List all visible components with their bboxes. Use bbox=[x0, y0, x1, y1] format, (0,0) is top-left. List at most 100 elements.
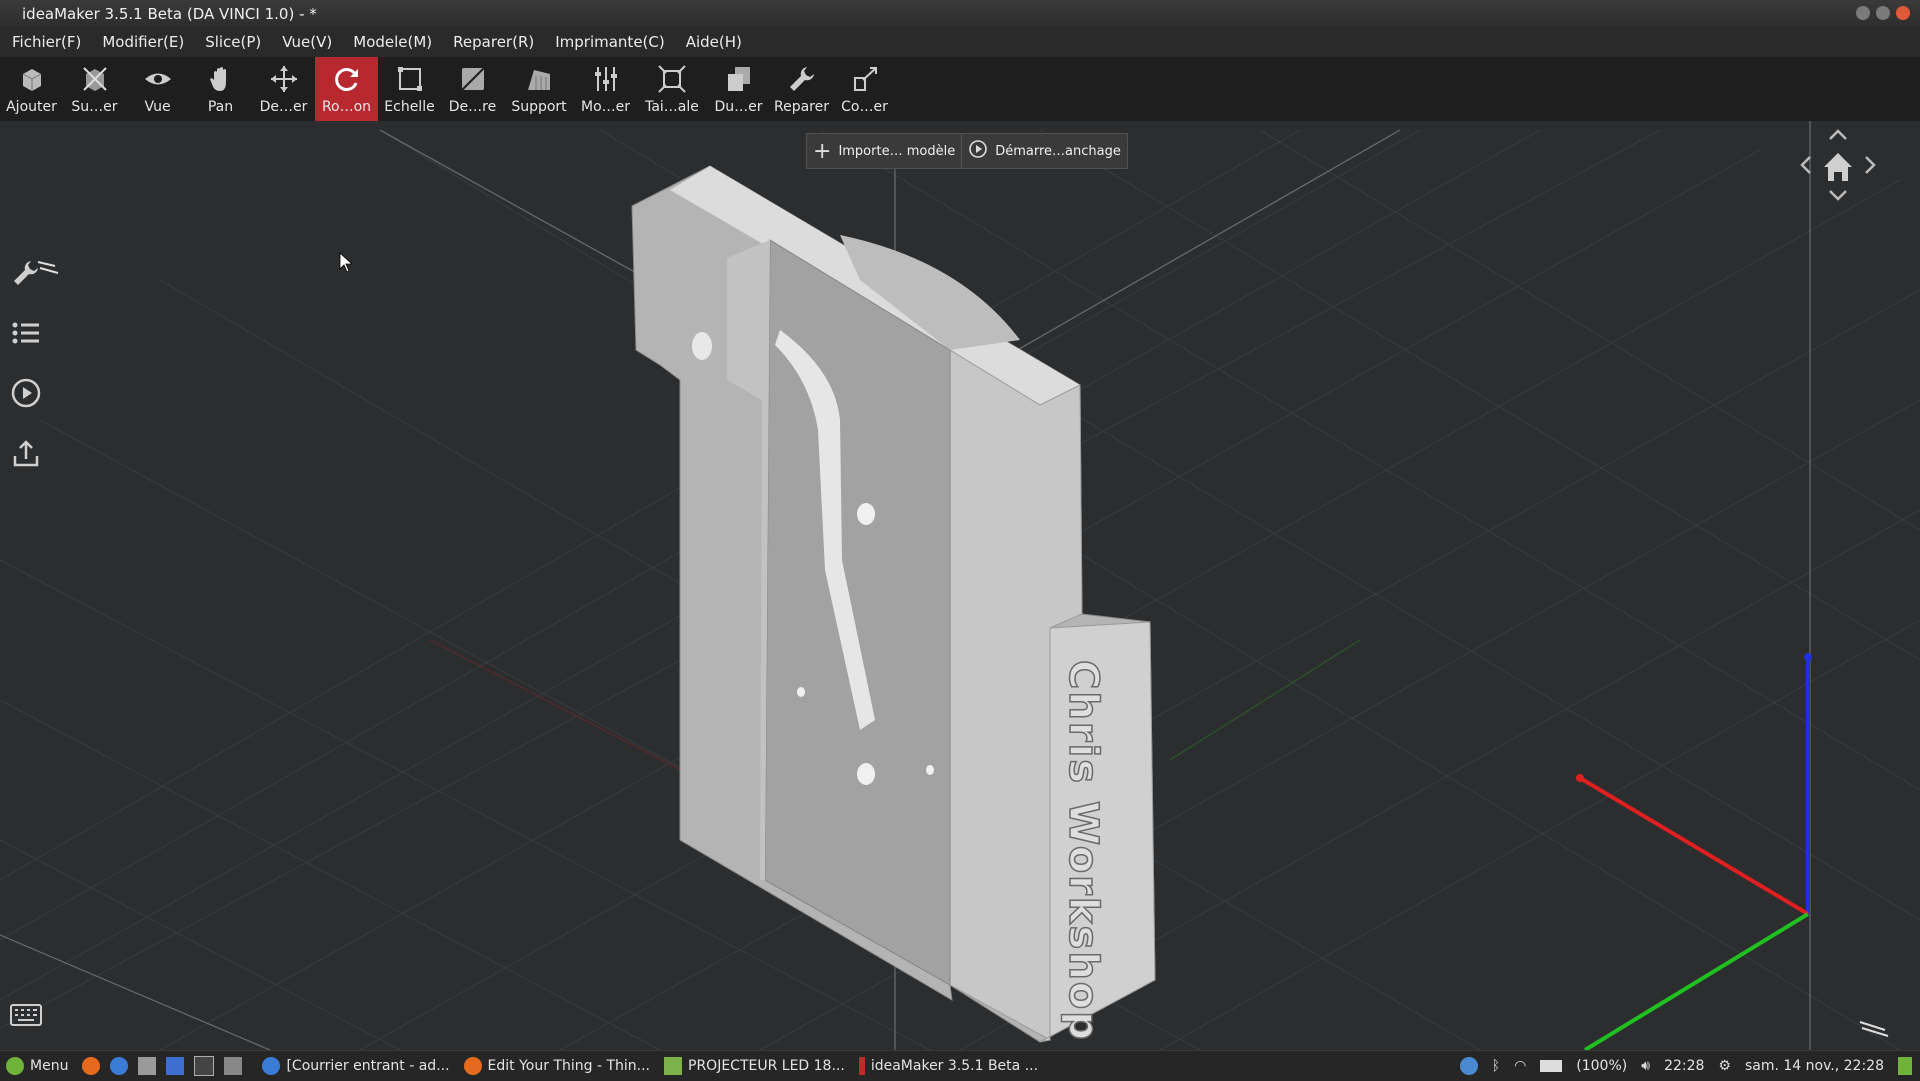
minimize-button[interactable] bbox=[1856, 6, 1870, 20]
files-launcher-icon[interactable] bbox=[138, 1057, 157, 1075]
terminal-launcher-icon[interactable] bbox=[194, 1056, 215, 1076]
tool-move-button[interactable]: De…er bbox=[252, 57, 315, 121]
tool-label: Su…er bbox=[71, 99, 118, 115]
nav-right-icon bbox=[1865, 156, 1876, 174]
window-label: PROJECTEUR LED 18... bbox=[688, 1058, 845, 1074]
tool-label: Pan bbox=[207, 99, 234, 115]
start-menu-button[interactable]: Menu bbox=[6, 1057, 68, 1075]
menu-modifier[interactable]: Modifier(E) bbox=[90, 33, 193, 51]
tool-scale-button[interactable]: Echelle bbox=[378, 57, 441, 121]
folder-icon bbox=[664, 1057, 683, 1075]
support-icon bbox=[524, 63, 554, 95]
thunderbird-icon bbox=[262, 1057, 281, 1075]
upload-icon bbox=[11, 438, 41, 472]
bluetooth-icon[interactable]: ᛒ bbox=[1492, 1058, 1500, 1074]
tool-view-button[interactable]: Vue bbox=[126, 57, 189, 121]
tool-rotate-button[interactable]: Ro…on bbox=[315, 57, 378, 121]
window-controls bbox=[1856, 6, 1910, 20]
menu-fichier[interactable]: Fichier(F) bbox=[0, 33, 90, 51]
system-tray: ᛒ ◠ (100%) 🔊︎ 22:28 ⚙ sam. 14 nov., 22:2… bbox=[1459, 1051, 1912, 1081]
menu-reparer[interactable]: Reparer(R) bbox=[441, 33, 543, 51]
sidebar-settings-button[interactable] bbox=[8, 257, 44, 293]
menu-imprimante[interactable]: Imprimante(C) bbox=[543, 33, 674, 51]
clock-short[interactable]: 22:28 bbox=[1664, 1058, 1704, 1074]
x-axis bbox=[1578, 776, 1810, 916]
tool-label: Echelle bbox=[384, 99, 435, 115]
taskbar-window-folder[interactable]: PROJECTEUR LED 18... bbox=[664, 1057, 845, 1075]
ideamaker-icon bbox=[858, 1057, 865, 1075]
remove-model-icon bbox=[80, 63, 110, 95]
menu-vue[interactable]: Vue(V) bbox=[270, 33, 341, 51]
duplicate-icon bbox=[724, 63, 754, 95]
firefox-launcher-icon[interactable] bbox=[82, 1057, 101, 1075]
nav-up-icon bbox=[1829, 129, 1847, 140]
show-desktop-icon[interactable] bbox=[1898, 1057, 1912, 1075]
window-title: ideaMaker 3.5.1 Beta (DA VINCI 1.0) - * bbox=[22, 4, 317, 23]
tool-connect-button[interactable]: Co…er bbox=[833, 57, 896, 121]
settings-gear-icon[interactable]: ⚙ bbox=[1718, 1058, 1731, 1074]
tool-pan-button[interactable]: Pan bbox=[189, 57, 252, 121]
import-model-button[interactable]: + Importe… modèle bbox=[807, 134, 961, 168]
tool-modify-button[interactable]: Mo…er bbox=[574, 57, 637, 121]
title-bar: ideaMaker 3.5.1 Beta (DA VINCI 1.0) - * bbox=[0, 0, 1920, 28]
x-grid-hint bbox=[429, 639, 701, 781]
tool-add-button[interactable]: Ajouter bbox=[0, 57, 63, 121]
wifi-icon[interactable]: ◠ bbox=[1514, 1058, 1526, 1074]
quick-actions-bar: + Importe… modèle Démarre…anchage bbox=[806, 133, 1128, 169]
taskbar-window-browser[interactable]: Edit Your Thing - Thin... bbox=[463, 1057, 651, 1075]
mouse-cursor bbox=[339, 252, 354, 273]
tool-repair-button[interactable]: Reparer bbox=[770, 57, 833, 121]
start-slicing-button[interactable]: Démarre…anchage bbox=[961, 134, 1127, 168]
modify-sliders-icon bbox=[591, 63, 621, 95]
tool-label: Support bbox=[511, 99, 567, 115]
menu-slice[interactable]: Slice(P) bbox=[193, 33, 270, 51]
eye-icon bbox=[143, 63, 173, 95]
window-label: Edit Your Thing - Thin... bbox=[487, 1058, 651, 1074]
network-globe-icon[interactable] bbox=[1459, 1057, 1478, 1075]
list-icon bbox=[11, 318, 41, 352]
tool-label: Ajouter bbox=[6, 99, 57, 115]
connect-icon bbox=[850, 63, 880, 95]
menu-aide[interactable]: Aide(H) bbox=[674, 33, 751, 51]
thunderbird-launcher-icon[interactable] bbox=[110, 1057, 129, 1075]
tool-original-size-button[interactable]: Tai…ale bbox=[637, 57, 707, 121]
menu-modele[interactable]: Modele(M) bbox=[341, 33, 441, 51]
home-icon bbox=[1824, 153, 1852, 181]
sidebar-upload-button[interactable] bbox=[8, 437, 44, 473]
clock-full[interactable]: sam. 14 nov., 22:28 bbox=[1745, 1058, 1884, 1074]
maximize-button[interactable] bbox=[1876, 6, 1890, 20]
volume-icon[interactable]: 🔊︎ bbox=[1641, 1058, 1650, 1074]
y-axis bbox=[1583, 912, 1810, 1050]
tool-label: Vue bbox=[144, 99, 171, 115]
left-sidebar bbox=[0, 121, 52, 1050]
sidebar-list-button[interactable] bbox=[8, 317, 44, 353]
scale-icon bbox=[395, 63, 425, 95]
battery-label: (100%) bbox=[1576, 1058, 1628, 1074]
import-model-label: Importe… modèle bbox=[838, 143, 956, 159]
nav-left-icon bbox=[1800, 156, 1811, 174]
3d-viewport[interactable]: Chris Workshop bbox=[0, 121, 1920, 1050]
taskbar-window-ideamaker[interactable]: ideaMaker 3.5.1 Beta ... bbox=[858, 1057, 1038, 1075]
taskbar-window-mail[interactable]: [Courrier entrant - ad... bbox=[262, 1057, 450, 1075]
play-circle-icon bbox=[968, 139, 988, 163]
menu-bar: Fichier(F) Modifier(E) Slice(P) Vue(V) M… bbox=[0, 27, 1920, 57]
keyboard-button[interactable] bbox=[10, 1004, 42, 1030]
close-button[interactable] bbox=[1896, 6, 1910, 20]
plus-icon: + bbox=[813, 138, 832, 164]
cut-icon bbox=[458, 63, 488, 95]
tool-duplicate-button[interactable]: Du…er bbox=[707, 57, 770, 121]
tool-label: De…er bbox=[259, 99, 308, 115]
move-icon bbox=[269, 63, 299, 95]
window-label: [Courrier entrant - ad... bbox=[286, 1058, 450, 1074]
sidebar-play-button[interactable] bbox=[8, 377, 44, 413]
tool-cut-button[interactable]: De…re bbox=[441, 57, 504, 121]
editor-launcher-icon[interactable] bbox=[166, 1057, 185, 1075]
tool-label: Reparer bbox=[774, 99, 829, 115]
tool-support-button[interactable]: Support bbox=[504, 57, 574, 121]
tool-remove-button[interactable]: Su…er bbox=[63, 57, 126, 121]
battery-icon[interactable] bbox=[1540, 1060, 1563, 1072]
tool-label: Co…er bbox=[841, 99, 888, 115]
y-grid-hint bbox=[1169, 639, 1361, 761]
mint-logo-icon bbox=[6, 1057, 24, 1075]
calculator-launcher-icon[interactable] bbox=[224, 1057, 243, 1075]
